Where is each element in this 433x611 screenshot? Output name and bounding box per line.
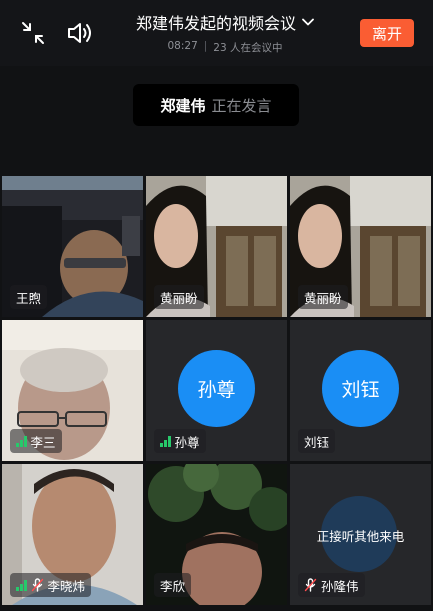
signal-icon	[160, 435, 171, 447]
participant-tile[interactable]: 李晓炜	[2, 464, 143, 605]
participant-name-tag: 王煦	[10, 285, 48, 309]
participant-count: 23 人在会议中	[213, 42, 283, 54]
mic-off-icon	[31, 578, 43, 592]
participant-name-tag: 李三	[10, 429, 62, 453]
minimize-icon[interactable]	[18, 18, 48, 48]
participant-name-tag: 黄丽盼	[154, 285, 204, 309]
participant-tile[interactable]: 李欣	[146, 464, 287, 605]
chevron-down-icon[interactable]	[302, 18, 314, 26]
speaker-name: 郑建伟	[160, 96, 206, 115]
participant-name: 刘钰	[304, 434, 330, 450]
participant-name: 黄丽盼	[304, 290, 342, 306]
meeting-title-area[interactable]: 郑建伟发起的视频会议 08:27 | 23 人在会议中	[110, 10, 340, 55]
avatar: 刘钰	[322, 350, 399, 427]
top-bar: 郑建伟发起的视频会议 08:27 | 23 人在会议中 离开	[0, 0, 433, 66]
participant-name-tag: 李欣	[154, 573, 192, 597]
call-status: 正接听其他来电	[316, 529, 405, 544]
participant-tile[interactable]: 孙尊 孙尊	[146, 320, 287, 461]
participant-tile[interactable]: 正接听其他来电 孙隆伟	[290, 464, 431, 605]
participant-name-tag: 孙尊	[154, 429, 206, 453]
active-speaker-indicator: 郑建伟 正在发言	[133, 84, 299, 126]
mic-off-icon	[304, 578, 317, 592]
participant-name-tag: 刘钰	[298, 429, 336, 453]
speaker-icon[interactable]	[64, 17, 98, 49]
participant-name-tag: 黄丽盼	[298, 285, 348, 309]
participant-tile[interactable]: 黄丽盼	[290, 176, 431, 317]
participant-name: 李三	[30, 434, 56, 450]
meeting-title[interactable]: 郑建伟发起的视频会议	[136, 10, 296, 34]
participant-name: 孙尊	[174, 434, 200, 450]
participant-name-tag: 李晓炜	[10, 573, 92, 597]
participant-name: 王煦	[16, 290, 42, 306]
leave-button[interactable]: 离开	[360, 19, 414, 47]
participant-name: 李晓炜	[47, 578, 86, 594]
avatar: 孙尊	[178, 350, 255, 427]
participant-name-tag: 孙隆伟	[298, 573, 365, 597]
participant-name: 李欣	[160, 578, 186, 594]
signal-icon	[16, 579, 27, 591]
participant-tile[interactable]: 刘钰 刘钰	[290, 320, 431, 461]
speaker-status: 正在发言	[211, 96, 272, 115]
participant-name: 孙隆伟	[321, 578, 359, 594]
participant-tile[interactable]: 李三	[2, 320, 143, 461]
meeting-time: 08:27	[167, 40, 198, 52]
participant-tile[interactable]: 王煦	[2, 176, 143, 317]
signal-icon	[16, 435, 27, 447]
meta-separator: |	[203, 40, 208, 52]
participant-tile[interactable]: 黄丽盼	[146, 176, 287, 317]
participant-name: 黄丽盼	[160, 290, 198, 306]
